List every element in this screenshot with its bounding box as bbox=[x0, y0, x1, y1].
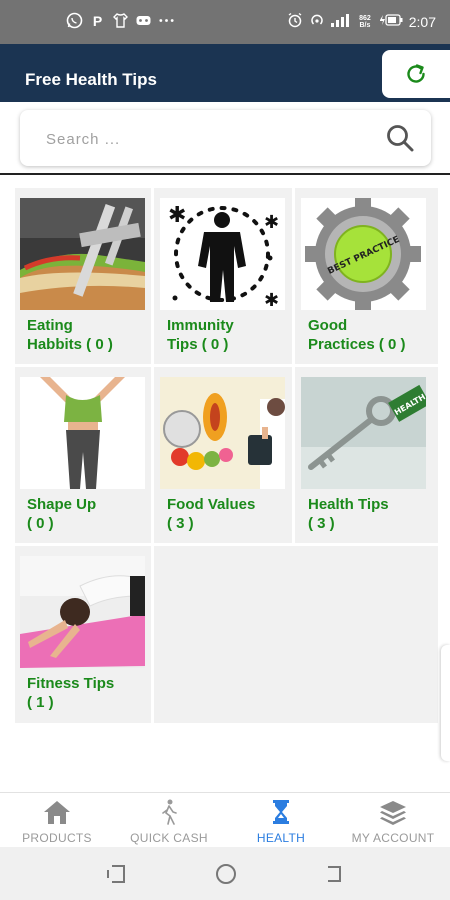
search-icon bbox=[387, 125, 414, 152]
health-key-image: HEALTH bbox=[301, 377, 426, 489]
network-speed-unit: B/s bbox=[359, 21, 371, 29]
network-speed-value: 862 bbox=[359, 14, 371, 22]
category-name: Fitness Tips bbox=[27, 675, 115, 692]
notification-icons: P bbox=[66, 12, 175, 29]
category-food-values[interactable]: Food Values ( 3 ) bbox=[155, 367, 287, 539]
nav-health[interactable]: HEALTH bbox=[225, 793, 337, 848]
network-speed: 862 B/s bbox=[359, 15, 371, 29]
shirt-icon bbox=[112, 12, 129, 29]
category-count: ( 3 ) bbox=[308, 515, 335, 532]
category-count: Practices ( 0 ) bbox=[308, 336, 406, 353]
home-icon bbox=[44, 801, 70, 824]
search-input[interactable] bbox=[44, 126, 368, 152]
nav-quick-cash[interactable]: QUICK CASH bbox=[113, 793, 225, 848]
side-drawer-handle[interactable] bbox=[441, 645, 450, 761]
alarm-icon bbox=[287, 12, 303, 31]
category-label: Good Practices ( 0 ) bbox=[308, 316, 428, 354]
nav-label: MY ACCOUNT bbox=[351, 831, 435, 845]
category-name: Immunity bbox=[167, 317, 234, 334]
yoga-woman-image bbox=[20, 556, 145, 668]
category-count: Tips ( 0 ) bbox=[167, 336, 229, 353]
status-bar: P 862 B/s 2:07 bbox=[0, 0, 450, 44]
refresh-icon bbox=[407, 64, 425, 83]
category-label: Health Tips ( 3 ) bbox=[308, 495, 428, 533]
category-name: Good bbox=[308, 317, 348, 334]
category-count: ( 3 ) bbox=[167, 515, 194, 532]
category-label: Eating Habbits ( 0 ) bbox=[27, 316, 147, 354]
fruits-doctor-image bbox=[160, 377, 285, 489]
category-count: Habbits ( 0 ) bbox=[27, 336, 113, 353]
immunity-figure-image: ✱ ✱ ✱ bbox=[160, 198, 285, 310]
category-name: Food Values bbox=[167, 496, 256, 513]
nav-label: PRODUCTS bbox=[22, 831, 92, 845]
bottom-navigation: PRODUCTS QUICK CASH HEALTH MY ACCOUNT bbox=[0, 792, 450, 848]
category-label: Food Values ( 3 ) bbox=[167, 495, 287, 533]
search-button[interactable] bbox=[385, 123, 415, 153]
svg-text:✱: ✱ bbox=[264, 212, 279, 233]
category-good-practices[interactable]: BEST PRACTICE Good Practices ( 0 ) bbox=[296, 188, 428, 360]
back-icon[interactable] bbox=[322, 862, 346, 886]
recent-apps-icon[interactable] bbox=[104, 862, 128, 886]
refresh-button[interactable] bbox=[382, 50, 450, 98]
header-divider bbox=[0, 173, 450, 175]
category-count: ( 1 ) bbox=[27, 694, 54, 711]
more-dots-icon bbox=[158, 12, 175, 29]
category-health-tips[interactable]: HEALTH Health Tips ( 3 ) bbox=[296, 367, 428, 539]
category-eating-habbits[interactable]: Eating Habbits ( 0 ) bbox=[15, 188, 147, 360]
nav-products[interactable]: PRODUCTS bbox=[1, 793, 113, 848]
category-name: Health Tips bbox=[308, 496, 389, 513]
gamepad-icon bbox=[135, 12, 152, 29]
nav-label: HEALTH bbox=[256, 831, 306, 845]
home-button-icon[interactable] bbox=[214, 862, 238, 886]
svg-text:✱: ✱ bbox=[168, 203, 186, 228]
fitness-woman-image bbox=[20, 377, 145, 489]
grid-divider bbox=[151, 545, 154, 723]
system-status-icons: 862 B/s 2:07 bbox=[287, 12, 436, 31]
category-shape-up[interactable]: Shape Up ( 0 ) bbox=[15, 367, 147, 539]
category-fitness-tips[interactable]: Fitness Tips ( 1 ) bbox=[15, 546, 147, 718]
clock: 2:07 bbox=[408, 13, 436, 30]
category-name: Shape Up bbox=[27, 496, 97, 513]
category-label: Immunity Tips ( 0 ) bbox=[167, 316, 287, 354]
signal-icon bbox=[331, 13, 353, 30]
best-practice-gear-image: BEST PRACTICE bbox=[301, 198, 426, 310]
hourglass-icon bbox=[273, 800, 289, 824]
category-immunity-tips[interactable]: ✱ ✱ ✱ Immunity Tips ( 0 ) bbox=[155, 188, 287, 360]
p-app-icon: P bbox=[92, 12, 103, 29]
search-bar bbox=[20, 110, 431, 166]
sandwich-caliper-image bbox=[20, 198, 145, 310]
app-title: Free Health Tips bbox=[25, 70, 157, 89]
nav-my-account[interactable]: MY ACCOUNT bbox=[337, 793, 449, 848]
category-label: Fitness Tips ( 1 ) bbox=[27, 674, 147, 712]
category-label: Shape Up ( 0 ) bbox=[27, 495, 147, 533]
system-navigation-bar bbox=[0, 847, 450, 900]
svg-text:✱: ✱ bbox=[264, 290, 279, 310]
hotspot-icon bbox=[309, 12, 325, 31]
category-name: Eating bbox=[27, 317, 73, 334]
category-count: ( 0 ) bbox=[27, 515, 54, 532]
whatsapp-icon bbox=[66, 12, 83, 29]
layers-icon bbox=[380, 801, 406, 825]
walking-person-icon bbox=[162, 799, 177, 825]
battery-icon bbox=[377, 13, 403, 30]
nav-label: QUICK CASH bbox=[130, 831, 208, 845]
